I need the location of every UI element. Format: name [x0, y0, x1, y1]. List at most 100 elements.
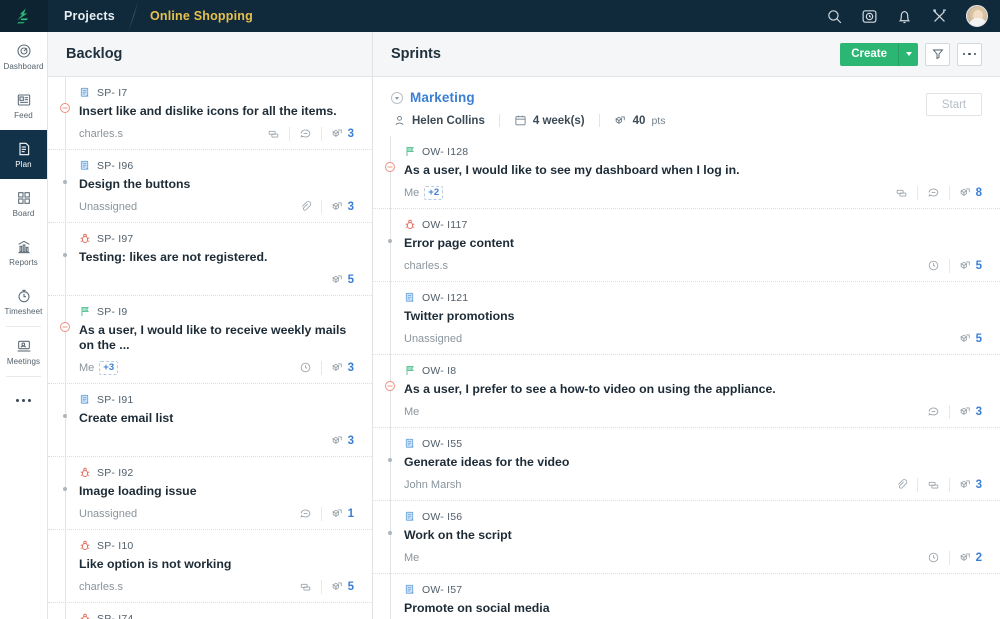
issue-meta-icon-cell[interactable] [916, 477, 949, 492]
tools-icon[interactable] [931, 8, 948, 25]
app-logo[interactable] [0, 0, 48, 32]
nav-projects[interactable]: Projects [48, 0, 133, 32]
issue-points-cell[interactable]: 5 [320, 579, 354, 594]
sidebar-item-board[interactable]: Board [0, 179, 47, 228]
issue-row[interactable]: OW- I121 Twitter promotions Unassigned 5 [373, 282, 1000, 355]
issue-row[interactable]: OW- I117 Error page content charles.s 5 [373, 209, 1000, 282]
issue-title[interactable]: Image loading issue [79, 484, 354, 499]
issue-row[interactable]: SP- I10 Like option is not working charles… [48, 530, 372, 603]
issue-key[interactable]: OW- I8 [422, 365, 456, 377]
filter-button[interactable] [925, 42, 950, 66]
sidebar-item-reports[interactable]: Reports [0, 228, 47, 277]
issue-key[interactable]: OW- I55 [422, 438, 462, 450]
create-dropdown-button[interactable] [898, 42, 918, 66]
more-options-button[interactable] [957, 42, 982, 66]
sprint-name[interactable]: Marketing [410, 90, 475, 105]
issue-meta-icon-cell[interactable] [886, 478, 917, 492]
issue-assignee[interactable]: Me [79, 362, 94, 374]
issue-key[interactable]: SP- I10 [97, 540, 133, 552]
issue-title[interactable]: As a user, I prefer to see a how-to vide… [404, 382, 982, 397]
issue-assignee[interactable]: Unassigned [404, 333, 462, 345]
issue-key[interactable]: SP- I97 [97, 233, 133, 245]
issue-title[interactable]: Create email list [79, 411, 354, 426]
issue-points-cell[interactable]: 5 [950, 332, 982, 346]
issue-title[interactable]: As a user, I would like to receive weekl… [79, 323, 354, 353]
sidebar-more-button[interactable] [0, 377, 47, 423]
issue-assignee[interactable]: charles.s [79, 128, 123, 140]
issue-row[interactable]: SP- I74Zoom in and zoom out features. [48, 603, 372, 619]
create-button[interactable]: Create [840, 42, 898, 66]
issue-meta-icon-cell[interactable] [918, 551, 949, 565]
sidebar-item-meetings[interactable]: Meetings [0, 327, 47, 376]
issue-meta-icon-cell[interactable] [290, 507, 321, 521]
backlog-scroll-area[interactable]: SP- I7 Insert like and dislike icons for … [48, 77, 372, 619]
issue-key[interactable]: OW- I117 [422, 219, 468, 231]
user-avatar[interactable] [966, 5, 988, 27]
issue-points-cell[interactable]: 5 [948, 258, 982, 273]
issue-title[interactable]: Generate ideas for the video [404, 455, 982, 470]
issue-meta-icon-cell[interactable] [918, 405, 949, 419]
issue-row[interactable]: SP- I92 Image loading issue Unassigned 1 [48, 457, 372, 530]
issue-points-cell[interactable]: 5 [322, 273, 354, 287]
issue-meta-icon-cell[interactable] [290, 200, 321, 214]
issue-assignee[interactable]: Me [404, 552, 419, 564]
issue-key[interactable]: SP- I91 [97, 394, 133, 406]
issue-points-cell[interactable]: 8 [948, 185, 982, 200]
issue-assignee[interactable]: Me [404, 187, 419, 199]
bell-notification-icon[interactable] [896, 8, 913, 25]
issue-assignee[interactable]: charles.s [79, 581, 123, 593]
issue-points-cell[interactable]: 3 [948, 404, 982, 419]
issue-key[interactable]: OW- I121 [422, 292, 468, 304]
issue-title[interactable]: Error page content [404, 236, 982, 251]
issue-row[interactable]: SP- I9 As a user, I would like to receive… [48, 296, 372, 384]
issue-assignee[interactable]: Unassigned [79, 201, 137, 213]
issue-points-cell[interactable]: 3 [948, 477, 982, 492]
issue-key[interactable]: SP- I9 [97, 306, 127, 318]
sprints-scroll-area[interactable]: Marketing Helen Collins 4 week(s) 40 pts… [373, 77, 1000, 619]
sidebar-item-feed[interactable]: Feed [0, 81, 47, 130]
issue-row[interactable]: SP- I7 Insert like and dislike icons for … [48, 77, 372, 150]
issue-assignee[interactable]: John Marsh [404, 479, 461, 491]
priority-blocked-icon[interactable] [59, 321, 71, 333]
issue-key[interactable]: OW- I128 [422, 146, 468, 158]
issue-points-cell[interactable]: 3 [320, 126, 354, 141]
priority-blocked-icon[interactable] [59, 102, 71, 114]
issue-row[interactable]: SP- I91 Create email list 3 [48, 384, 372, 457]
issue-key[interactable]: OW- I57 [422, 584, 462, 596]
issue-points-cell[interactable]: 3 [322, 434, 354, 448]
issue-key[interactable]: SP- I92 [97, 467, 133, 479]
issue-title[interactable]: Promote on social media [404, 601, 982, 616]
sidebar-item-timesheet[interactable]: Timesheet [0, 277, 47, 326]
issue-title[interactable]: Design the buttons [79, 177, 354, 192]
extra-assignees-chip[interactable]: +2 [424, 185, 444, 200]
issue-assignee[interactable]: charles.s [404, 260, 448, 272]
issue-row[interactable]: OW- I8 As a user, I prefer to see a how-t… [373, 355, 1000, 428]
issue-title[interactable]: Like option is not working [79, 557, 354, 572]
sidebar-item-dashboard[interactable]: Dashboard [0, 32, 47, 81]
search-icon[interactable] [826, 8, 843, 25]
issue-title[interactable]: As a user, I would like to see my dashbo… [404, 163, 982, 178]
issue-title[interactable]: Insert like and dislike icons for all th… [79, 104, 354, 119]
issue-row[interactable]: OW- I55 Generate ideas for the video John … [373, 428, 1000, 501]
issue-key[interactable]: SP- I96 [97, 160, 133, 172]
chevron-down-icon[interactable] [391, 91, 403, 104]
issue-points-cell[interactable]: 2 [948, 550, 982, 565]
clock-history-icon[interactable] [861, 8, 878, 25]
issue-meta-icon-cell[interactable] [290, 580, 321, 594]
extra-assignees-chip[interactable]: +3 [99, 360, 119, 375]
issue-key[interactable]: OW- I56 [422, 511, 462, 523]
priority-blocked-icon[interactable] [384, 161, 396, 173]
issue-title[interactable]: Twitter promotions [404, 309, 982, 324]
issue-key[interactable]: SP- I74 [97, 613, 133, 619]
issue-row[interactable]: OW- I56 Work on the script Me 2 [373, 501, 1000, 574]
issue-title[interactable]: Testing: likes are not registered. [79, 250, 354, 265]
issue-meta-icon-cell[interactable] [916, 185, 949, 200]
start-sprint-button[interactable]: Start [926, 93, 982, 116]
issue-row[interactable]: OW- I57Promote on social mediaJohn Marsh [373, 574, 1000, 619]
nav-current-project[interactable]: Online Shopping [134, 0, 271, 32]
issue-points-cell[interactable]: 1 [320, 506, 354, 521]
issue-points-cell[interactable]: 3 [320, 199, 354, 214]
issue-row[interactable]: SP- I96 Design the buttons Unassigned 3 [48, 150, 372, 223]
issue-meta-icon-cell[interactable] [288, 126, 321, 141]
issue-row[interactable]: OW- I128 As a user, I would like to see m… [373, 136, 1000, 209]
